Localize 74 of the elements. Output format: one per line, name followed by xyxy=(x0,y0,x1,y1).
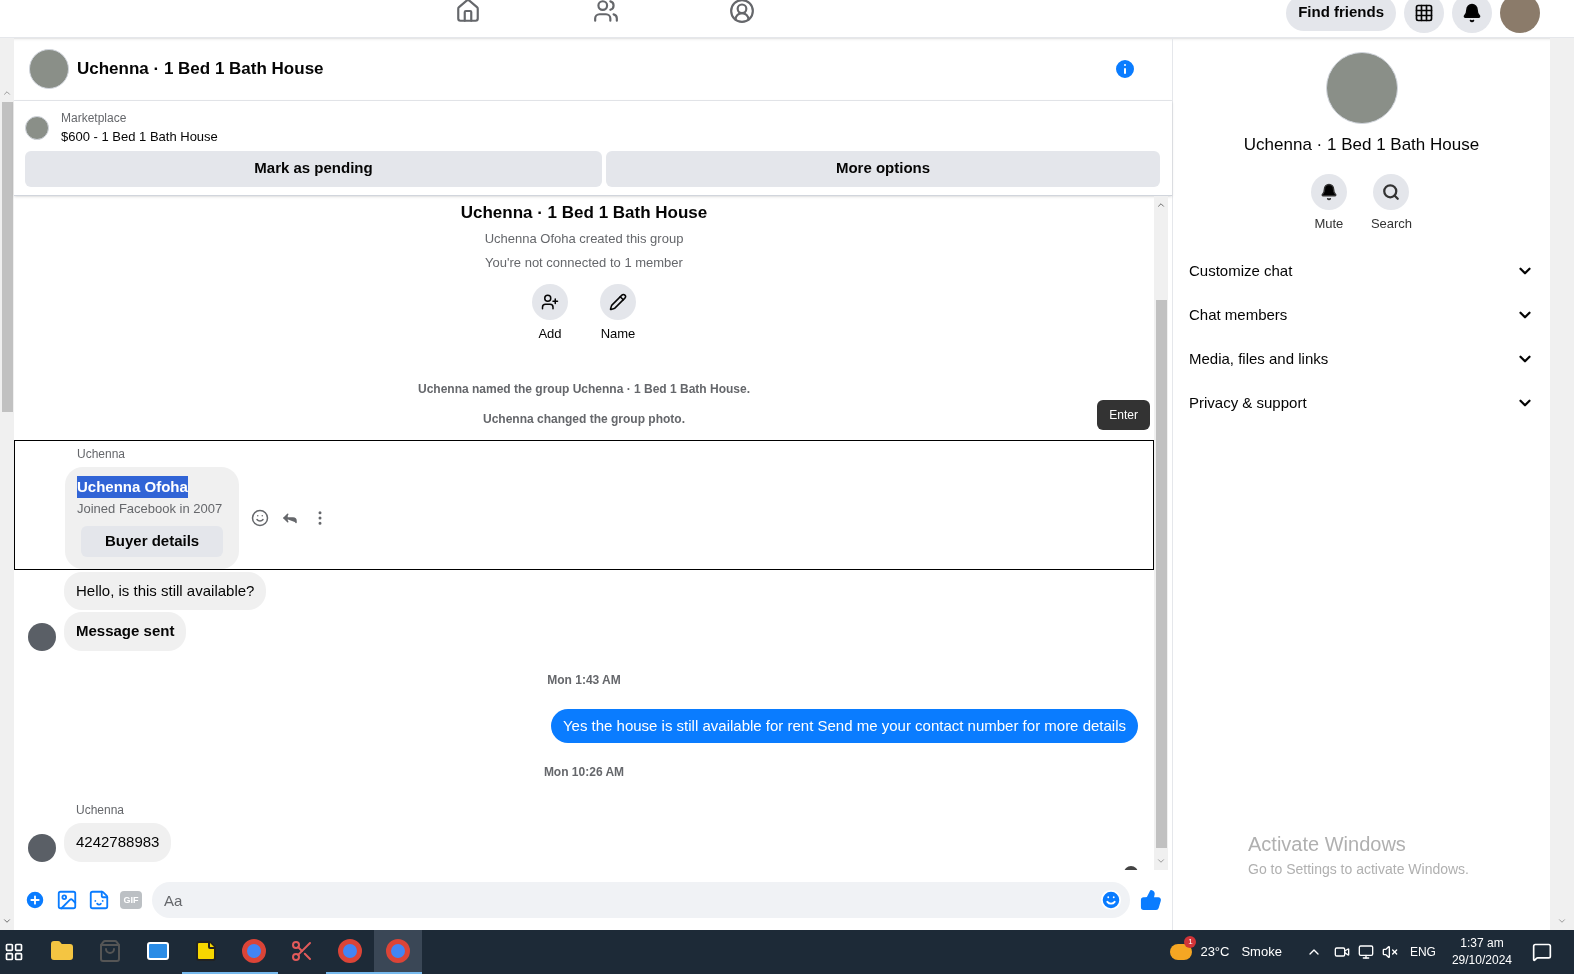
profile-name: Uchenna Ofoha xyxy=(77,475,188,498)
scrollbar-thumb[interactable] xyxy=(1155,299,1167,848)
sticky-note-icon xyxy=(194,939,218,963)
notifications-icon[interactable] xyxy=(1532,942,1552,962)
sender-name: Uchenna xyxy=(76,445,127,463)
group-info-text: You're not connected to 1 member xyxy=(484,253,684,272)
panel-title: Uchenna · 1 Bed 1 Bath House xyxy=(1243,134,1480,156)
grid-icon xyxy=(1414,2,1434,23)
weather-text: Smoke xyxy=(1241,943,1282,962)
language-indicator[interactable]: ENG xyxy=(1409,943,1436,961)
scroll-down-icon[interactable] xyxy=(2,916,12,926)
search-icon xyxy=(1382,182,1401,201)
account-avatar[interactable] xyxy=(1500,0,1540,33)
find-friends-button[interactable]: Find friends xyxy=(1286,0,1396,31)
photo-icon[interactable] xyxy=(56,889,78,911)
message-bubble: 4242788983 xyxy=(64,823,172,862)
notifications-button[interactable] xyxy=(1452,0,1492,33)
panel-section-header[interactable]: Privacy & support xyxy=(1189,381,1534,425)
menu-button[interactable] xyxy=(1404,0,1444,33)
task-view-icon[interactable] xyxy=(4,942,24,962)
activation-title: Activate Windows xyxy=(1248,832,1407,857)
network-icon[interactable] xyxy=(1357,944,1374,960)
tooltip: Enter xyxy=(1097,399,1150,430)
pencil-icon xyxy=(609,293,627,311)
photo-placeholder xyxy=(29,49,69,89)
listing-source: Marketplace xyxy=(61,110,128,127)
clock-time: 1:37 am xyxy=(1460,935,1504,952)
panel-section-header[interactable]: Media, files and links xyxy=(1189,337,1534,381)
emoji-icon[interactable] xyxy=(251,508,270,527)
listing-action-button[interactable]: Mark as pending xyxy=(25,150,602,187)
profile-icon[interactable] xyxy=(729,0,755,24)
sticker-icon[interactable] xyxy=(88,889,110,911)
plus-icon[interactable] xyxy=(24,889,46,911)
browser-icon xyxy=(386,939,410,963)
system-event-text: Uchenna named the group Uchenna · 1 Bed 1 Bath House. xyxy=(417,380,751,398)
buyer-details-button[interactable]: Buyer details xyxy=(81,526,224,557)
bell-icon xyxy=(1462,2,1482,23)
listing-action-button[interactable]: More options xyxy=(606,150,1160,187)
clock-date: 29/10/2024 xyxy=(1451,952,1512,969)
group-title: Uchenna · 1 Bed 1 Bath House xyxy=(459,201,709,224)
weather-icon[interactable] xyxy=(1170,944,1193,960)
photo-placeholder xyxy=(25,115,49,140)
sender-name: Uchenna xyxy=(75,802,126,819)
message-input-field[interactable]: Aa xyxy=(152,882,1130,918)
friends-icon[interactable] xyxy=(593,0,619,24)
message-bubble: Message sent xyxy=(64,612,187,651)
outgoing-message-bubble: Yes the house is still available for rent Send me your contact number for more details xyxy=(550,708,1138,743)
home-icon[interactable] xyxy=(455,0,481,24)
timestamp: Mon 1:43 AM xyxy=(546,671,622,689)
bell-icon xyxy=(1319,182,1338,201)
scissors-icon xyxy=(290,939,314,963)
group-info-text: Uchenna Ofoha created this group xyxy=(483,230,685,248)
system-event-text: Uchenna changed the group photo. xyxy=(483,410,685,428)
info-icon[interactable] xyxy=(1113,57,1137,81)
browser-icon xyxy=(242,939,266,963)
activation-subtitle: Go to Settings to activate Windows. xyxy=(1248,860,1470,879)
scrollbar-thumb[interactable] xyxy=(1,102,13,412)
muted-speaker-icon[interactable] xyxy=(1381,944,1398,960)
message-bubble: Hello, is this still available? xyxy=(64,571,267,610)
panel-section-header[interactable]: Customize chat xyxy=(1189,249,1534,293)
envelope-icon xyxy=(146,939,170,963)
panel-section-header[interactable]: Chat members xyxy=(1189,293,1534,337)
browser-icon xyxy=(338,939,362,963)
chat-title: Uchenna · 1 Bed 1 Bath House xyxy=(77,58,324,81)
temperature-text: 23°C xyxy=(1200,943,1230,962)
add-person-icon xyxy=(541,293,559,311)
listing-title: $600 - 1 Bed 1 Bath House xyxy=(61,128,218,146)
profile-subtitle: Joined Facebook in 2007 xyxy=(77,499,224,518)
notification-badge: 1 xyxy=(1184,936,1197,948)
bag-icon xyxy=(98,939,122,963)
thumbs-up-icon[interactable] xyxy=(1140,889,1162,911)
timestamp: Mon 10:26 AM xyxy=(542,764,626,781)
folder-icon xyxy=(50,939,74,963)
camera-icon[interactable] xyxy=(1333,944,1350,960)
